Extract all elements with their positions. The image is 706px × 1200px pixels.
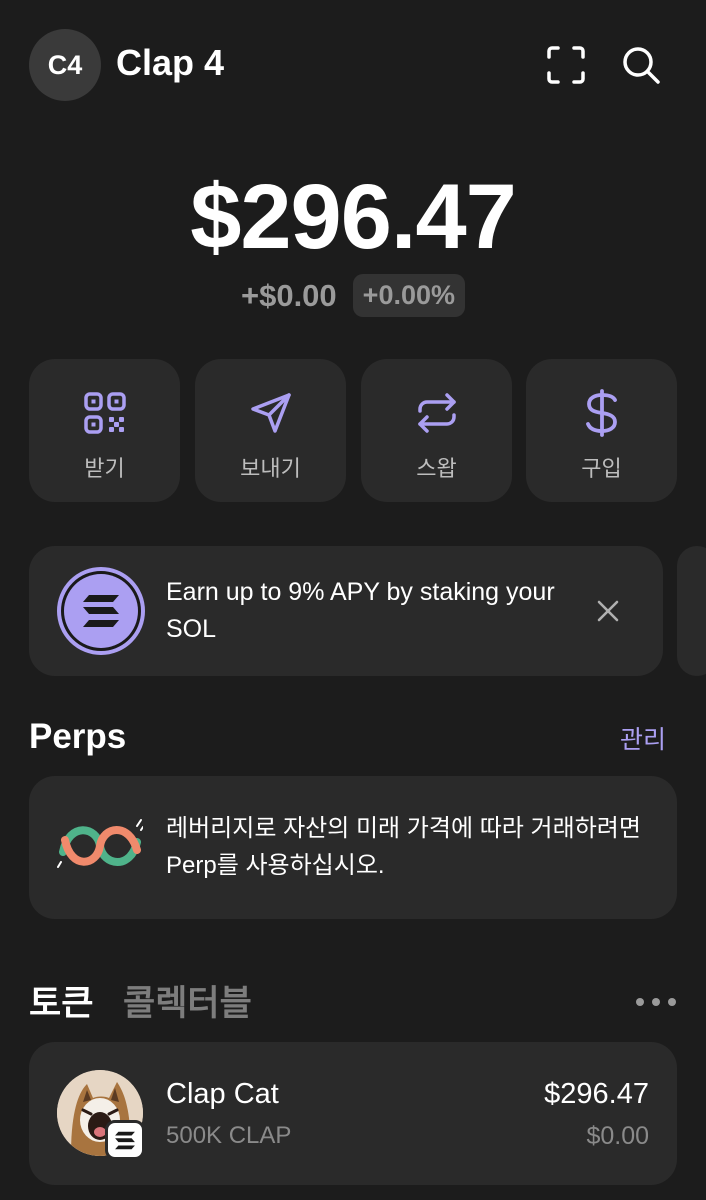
swap-label: 스왑 xyxy=(416,456,457,481)
manage-link[interactable]: 관리 xyxy=(620,720,666,756)
scan-icon[interactable] xyxy=(541,40,591,90)
token-row[interactable]: Clap Cat 500K CLAP $296.47 $0.00 xyxy=(29,1042,677,1185)
swap-button[interactable]: 스왑 xyxy=(361,359,512,502)
promo-text: Earn up to 9% APY by staking your SOL xyxy=(166,578,555,643)
perps-logo-icon xyxy=(57,816,144,876)
send-icon xyxy=(195,389,346,437)
more-icon[interactable] xyxy=(636,990,676,1014)
swap-icon xyxy=(361,389,512,437)
token-amount: 500K CLAP xyxy=(166,1122,292,1149)
balance-change: +$0.00 +0.00% xyxy=(0,274,706,317)
token-change: $0.00 xyxy=(586,1122,649,1150)
token-value: $296.47 xyxy=(544,1078,649,1110)
change-amount: +$0.00 xyxy=(240,277,337,313)
total-balance: $296.47 xyxy=(190,166,517,268)
avatar[interactable]: C4 xyxy=(29,29,101,101)
receive-button[interactable]: 받기 xyxy=(29,359,180,502)
send-button[interactable]: 보내기 xyxy=(195,359,346,502)
qr-code-icon xyxy=(29,389,180,437)
close-icon[interactable] xyxy=(589,592,627,630)
action-buttons: 받기 보내기 스왑 구입 xyxy=(29,359,677,502)
token-name: Clap Cat xyxy=(166,1078,279,1110)
solana-icon xyxy=(57,567,145,655)
buy-label: 구입 xyxy=(581,456,622,481)
account-name[interactable]: Clap 4 xyxy=(116,42,224,84)
staking-promo-card[interactable]: Earn up to 9% APY by staking your SOL xyxy=(29,546,663,676)
buy-button[interactable]: 구입 xyxy=(526,359,677,502)
dollar-icon xyxy=(526,389,677,437)
solana-chain-icon xyxy=(105,1120,145,1160)
perps-title: Perps xyxy=(29,717,127,756)
send-label: 보내기 xyxy=(240,456,301,481)
search-icon[interactable] xyxy=(616,40,666,90)
avatar-initials: C4 xyxy=(47,49,83,80)
header: C4 Clap 4 xyxy=(0,0,706,130)
tab-tokens[interactable]: 토큰 xyxy=(29,975,93,1026)
next-promo-card[interactable] xyxy=(677,546,706,676)
change-percent-badge: +0.00% xyxy=(352,274,465,317)
tab-collectibles[interactable]: 콜렉터블 xyxy=(123,975,252,1026)
perps-card[interactable]: 레버리지로 자산의 미래 가격에 따라 거래하려면 Perp를 사용하십시오. xyxy=(29,776,677,919)
perps-description: 레버리지로 자산의 미래 가격에 따라 거래하려면 Perp를 사용하십시오. xyxy=(166,815,641,879)
receive-label: 받기 xyxy=(84,456,125,481)
